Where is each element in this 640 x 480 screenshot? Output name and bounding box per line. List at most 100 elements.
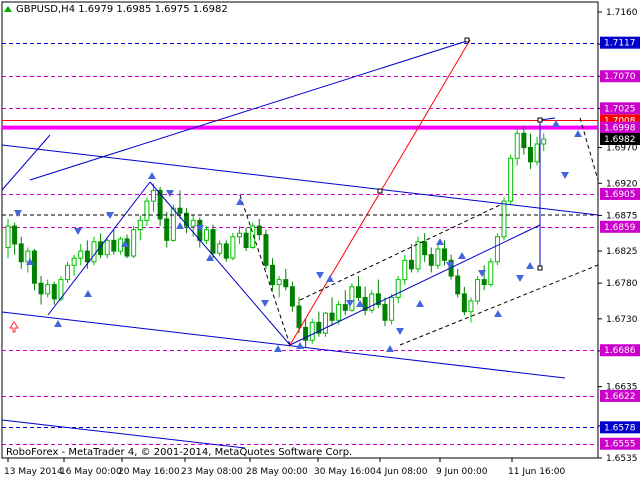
fractal-arrow-up-1 xyxy=(54,320,62,327)
y-tick-label-4: 1.6970 xyxy=(606,144,638,154)
candle-body-50 xyxy=(336,304,342,321)
fractal-arrow-up-4 xyxy=(148,172,156,179)
level-label-8: 1.6686 xyxy=(604,346,636,356)
symbol-info: GBPUSD,H4 1.6979 1.6985 1.6975 1.6982 xyxy=(16,4,228,15)
x-tick-label-5: 30 May 16:00 xyxy=(314,467,376,477)
candle-body-35 xyxy=(236,232,242,238)
candle-body-17 xyxy=(117,238,123,252)
fractal-arrow-up-17 xyxy=(526,262,534,269)
candle-body-65 xyxy=(435,248,441,266)
wave-up-2 xyxy=(289,224,541,346)
fractal-arrow-down-5 xyxy=(261,300,269,307)
level-label-0: 1.7117 xyxy=(604,39,636,49)
candle-body-53 xyxy=(356,286,362,298)
trend-line-short xyxy=(1,134,51,191)
candle-body-60 xyxy=(402,259,408,281)
candle-body-66 xyxy=(442,248,447,261)
y-tick-label-7: 1.6825 xyxy=(606,247,638,257)
fractal-arrow-up-7 xyxy=(236,198,244,205)
level-label-9: 1.6622 xyxy=(604,392,636,402)
candle-body-4 xyxy=(31,250,37,284)
level-label-7: 1.6859 xyxy=(604,223,636,233)
candle-body-63 xyxy=(422,241,428,256)
fractal-arrow-up-18 xyxy=(552,120,560,127)
x-tick-label-0: 13 May 2014 xyxy=(4,467,63,477)
candle-body-72 xyxy=(481,279,487,286)
buy-arrow-marker xyxy=(9,321,19,333)
fractal-arrow-up-8 xyxy=(274,345,282,352)
candle-body-62 xyxy=(415,241,421,270)
candle-body-41 xyxy=(276,279,282,286)
candle-body-76 xyxy=(508,157,514,202)
candle-body-43 xyxy=(289,286,295,307)
candle-body-22 xyxy=(151,189,156,202)
fractal-arrow-up-16 xyxy=(494,310,502,317)
candle-body-31 xyxy=(210,229,216,254)
fractal-arrow-down-0 xyxy=(14,210,22,217)
fractal-arrow-down-12 xyxy=(561,172,569,179)
plot-frame xyxy=(1,1,599,459)
candle-body-36 xyxy=(243,232,249,248)
fractal-arrow-up-12 xyxy=(386,345,394,352)
candle-body-44 xyxy=(296,305,302,328)
candle-body-69 xyxy=(461,293,467,313)
candle-body-1 xyxy=(12,225,18,245)
candle-body-49 xyxy=(329,312,335,321)
candle-body-51 xyxy=(342,304,348,311)
x-tick-label-4: 28 May 00:00 xyxy=(246,467,308,477)
copyright-footer: RoboForex - MetaTrader 4, © 2001-2014, M… xyxy=(6,447,353,458)
candle-body-71 xyxy=(475,279,481,302)
candle-body-2 xyxy=(18,243,24,263)
level-label-1: 1.7070 xyxy=(604,72,636,82)
candle-body-38 xyxy=(256,225,262,236)
candle-body-58 xyxy=(389,296,395,321)
chart-type-icon xyxy=(4,6,12,12)
candle-body-39 xyxy=(263,234,269,266)
pivot-marker-2 xyxy=(537,117,543,123)
candle-body-77 xyxy=(514,132,520,159)
level-label-10: 1.6578 xyxy=(604,423,636,433)
candle-body-34 xyxy=(230,236,236,259)
wave-dashed-d xyxy=(239,194,291,346)
level-label-6: 1.6905 xyxy=(604,190,636,200)
y-tick-label-6: 1.6875 xyxy=(606,211,638,221)
candle-body-26 xyxy=(177,207,183,214)
candle-body-0 xyxy=(5,225,11,248)
chart-canvas[interactable]: 1.71601.71151.70701.70251.69701.69201.68… xyxy=(0,0,640,480)
candle-body-64 xyxy=(428,254,434,266)
fractal-arrow-up-14 xyxy=(436,238,444,245)
y-tick-label-9: 1.6730 xyxy=(606,315,638,325)
fractal-arrow-down-1 xyxy=(74,228,82,235)
y-tick-label-5: 1.6920 xyxy=(606,179,638,189)
candle-body-55 xyxy=(369,293,375,311)
fractal-arrow-up-5 xyxy=(176,222,184,229)
y-tick-label-8: 1.6780 xyxy=(606,279,638,289)
candle-body-57 xyxy=(382,304,388,321)
fractal-arrow-down-4 xyxy=(196,225,204,232)
candle-body-75 xyxy=(501,200,507,238)
fractal-arrow-up-19 xyxy=(574,130,582,137)
pivot-marker-1 xyxy=(377,188,383,194)
trend-line-long-up xyxy=(29,39,471,181)
candle-body-59 xyxy=(395,279,401,298)
y-tick-label-13: 1.6535 xyxy=(606,454,638,464)
candle-body-81 xyxy=(541,138,547,145)
candle-body-5 xyxy=(38,282,44,295)
candle-body-9 xyxy=(65,264,71,281)
x-tick-label-6: 4 Jun 08:00 xyxy=(376,467,428,477)
candle-body-42 xyxy=(283,279,289,288)
fractal-arrow-up-10 xyxy=(326,275,334,282)
candle-body-12 xyxy=(84,250,90,263)
chart-window[interactable]: 1.71601.71151.70701.70251.69701.69201.68… xyxy=(0,0,640,480)
candle-body-40 xyxy=(270,264,276,286)
candle-body-30 xyxy=(203,229,209,241)
x-tick-label-1: 16 May 00:00 xyxy=(60,467,122,477)
candle-body-20 xyxy=(137,219,143,231)
candle-body-19 xyxy=(131,229,137,257)
fractal-arrow-down-8 xyxy=(396,328,404,335)
candle-body-52 xyxy=(349,286,355,311)
trend-line-bottom xyxy=(1,419,246,449)
level-label-4: 1.6998 xyxy=(604,124,636,134)
level-label-11: 1.6555 xyxy=(604,440,636,450)
candle-body-16 xyxy=(111,239,117,252)
